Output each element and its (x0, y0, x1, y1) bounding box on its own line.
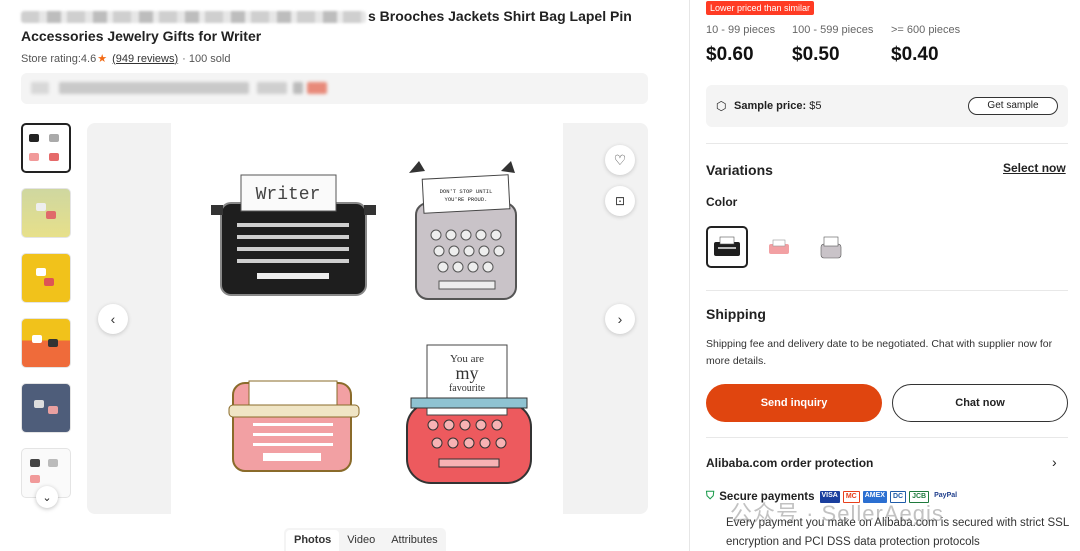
select-now-link[interactable]: Select now (1003, 161, 1066, 175)
reviews-link[interactable]: (949 reviews) (112, 53, 178, 65)
chevron-right-icon: › (617, 311, 623, 327)
thumbnail-scroll-down-button[interactable]: ⌄ (36, 486, 58, 508)
sample-price-box: ⬡ Sample price: $5 Get sample (706, 85, 1068, 127)
image-search-button[interactable]: ⊡ (605, 186, 635, 216)
typewriter-pins-image: Writer DON'T STOP UNTIL YOU'RE PROUD. Yo… (211, 161, 532, 484)
rating-value: 4.6 (80, 52, 97, 65)
thumbnail-5[interactable] (21, 383, 71, 433)
sample-label-text: Sample price: (734, 100, 807, 112)
grey-typewriter-pin: DON'T STOP UNTIL YOU'RE PROUD. (409, 161, 517, 300)
order-protection-title[interactable]: Alibaba.com order protection (706, 456, 873, 470)
shipping-title: Shipping (706, 306, 766, 322)
color-swatch-black[interactable] (706, 226, 748, 268)
sample-price-label: Sample price: $5 (734, 100, 821, 112)
variations-title: Variations (706, 162, 773, 178)
chevron-left-icon: ‹ (110, 311, 116, 327)
tier-range-2: 100 - 599 pieces (792, 24, 874, 36)
my-text: my (455, 363, 478, 383)
supplier-logo (31, 82, 49, 94)
sold-count: · 100 sold (182, 52, 231, 65)
chevron-right-icon[interactable]: › (1052, 454, 1057, 470)
product-title: s Brooches Jackets Shirt Bag Lapel Pin A… (21, 6, 661, 46)
supplier-years-blurred (257, 82, 287, 94)
favorite-button[interactable]: ♡ (605, 145, 635, 175)
thumbnail-4[interactable] (21, 318, 71, 368)
tier-price-1: $0.60 (706, 44, 754, 65)
thumbnail-2[interactable] (21, 188, 71, 238)
send-inquiry-button[interactable]: Send inquiry (706, 384, 882, 422)
divider (706, 437, 1068, 438)
tier-price-3: $0.40 (891, 44, 939, 65)
main-image-gallery: Writer DON'T STOP UNTIL YOU'RE PROUD. Yo… (87, 123, 648, 514)
red-typewriter-pin: You are my favourite (406, 344, 532, 484)
product-photo: Writer DON'T STOP UNTIL YOU'RE PROUD. Yo… (171, 123, 563, 514)
lower-price-badge: Lower priced than similar (706, 1, 815, 15)
dont-stop-text-2: YOU'RE PROUD. (445, 196, 488, 203)
dont-stop-text-1: DON'T STOP UNTIL (440, 188, 493, 195)
chevron-down-icon: ⌄ (42, 491, 52, 504)
color-swatch-pink[interactable] (758, 226, 800, 268)
writer-paper-text: Writer (256, 185, 321, 205)
color-label: Color (706, 195, 738, 209)
supplier-name-blurred (59, 82, 249, 94)
store-rating-row: Store rating: 4.6 ★ (949 reviews) · 100 … (21, 52, 231, 66)
heart-icon: ♡ (613, 151, 627, 168)
tier-range-3: >= 600 pieces (891, 24, 961, 36)
divider (706, 290, 1068, 291)
blurred-title-part (21, 11, 366, 24)
title-text-line2: Accessories Jewelry Gifts for Writer (21, 28, 262, 44)
chat-now-button[interactable]: Chat now (892, 384, 1068, 422)
rating-label: Store rating: (21, 52, 81, 65)
next-image-button[interactable]: › (605, 304, 635, 334)
media-tabs: Photos Video Attributes (284, 528, 446, 551)
thumbnail-1[interactable] (21, 123, 71, 173)
column-divider (689, 0, 690, 551)
color-swatch-grey[interactable] (810, 226, 852, 268)
star-icon: ★ (97, 53, 108, 65)
box-icon: ⬡ (716, 99, 727, 113)
sample-price-value: $5 (806, 100, 822, 112)
thumbnail-strip (21, 123, 71, 513)
tier-price-2: $0.50 (792, 44, 840, 65)
divider (706, 143, 1068, 144)
supplier-bar[interactable] (21, 73, 648, 104)
tab-attributes[interactable]: Attributes (383, 528, 445, 551)
prev-image-button[interactable]: ‹ (98, 304, 128, 334)
supplier-badge-blurred (307, 82, 327, 94)
get-sample-button[interactable]: Get sample (968, 97, 1058, 115)
scan-search-icon: ⊡ (614, 194, 626, 208)
watermark-text: 公众号 · SellerAegis (730, 501, 944, 526)
black-typewriter-pin: Writer (211, 174, 376, 296)
supplier-flag-blurred (293, 82, 303, 94)
tier-range-1: 10 - 99 pieces (706, 24, 776, 36)
favourite-text: favourite (449, 383, 486, 394)
thumbnail-3[interactable] (21, 253, 71, 303)
title-text-line1: s Brooches Jackets Shirt Bag Lapel Pin (368, 8, 632, 24)
shipping-text: Shipping fee and delivery date to be neg… (706, 338, 1053, 367)
tab-photos[interactable]: Photos (286, 530, 340, 551)
pink-typewriter-pin (228, 380, 360, 472)
tab-video[interactable]: Video (339, 528, 383, 551)
shield-check-icon: ⛉ (706, 490, 715, 502)
